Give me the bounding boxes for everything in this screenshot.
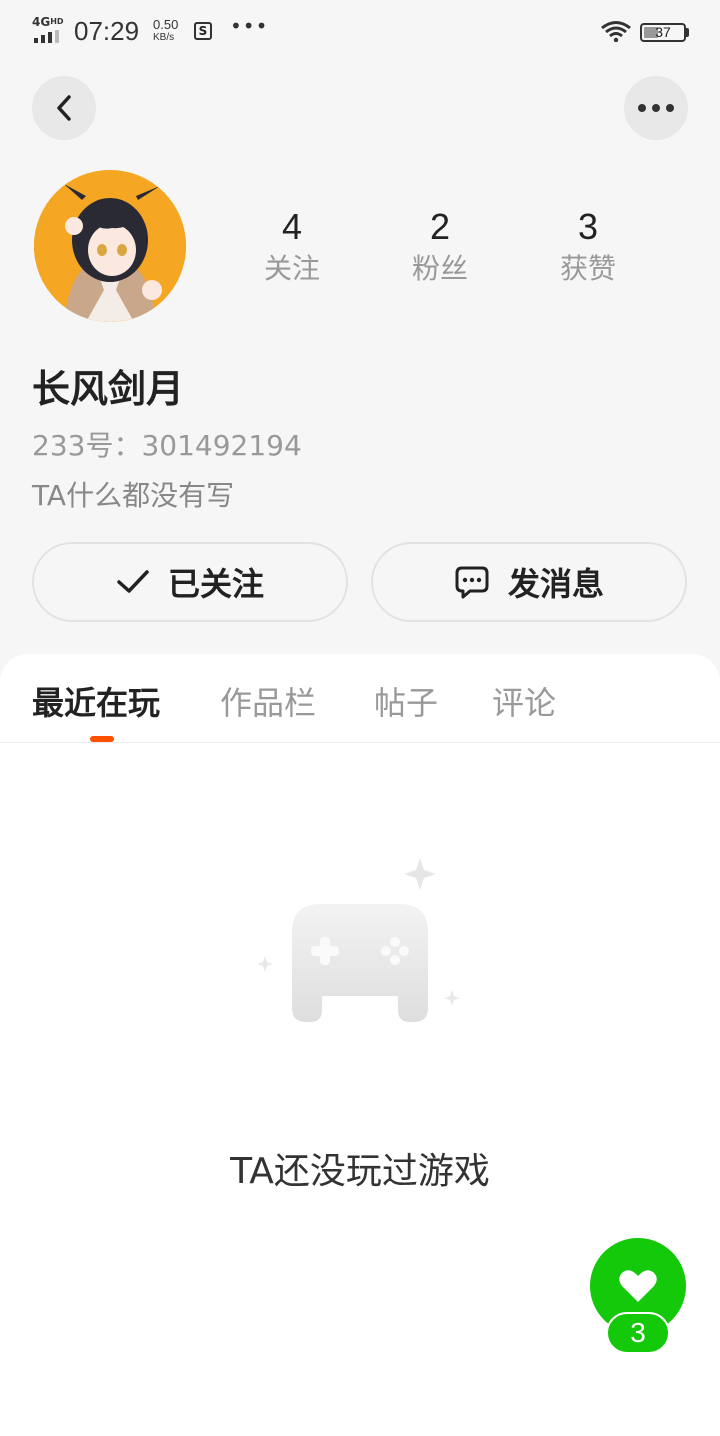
empty-state-text: TA还没玩过游戏 <box>230 1151 490 1192</box>
message-bubble-icon <box>455 566 489 599</box>
back-icon <box>57 95 71 121</box>
wifi-icon <box>601 21 631 42</box>
check-icon <box>117 570 149 593</box>
tab-posts[interactable]: 帖子 <box>374 678 438 724</box>
tab-divider <box>0 742 720 743</box>
nickname: 长风剑月 <box>32 367 185 411</box>
more-icon <box>638 104 674 112</box>
stat-value: 3 <box>577 206 599 247</box>
stat-following[interactable]: 4 关注 <box>232 205 352 289</box>
avatar-illustration <box>34 170 186 322</box>
tab-comments[interactable]: 评论 <box>492 678 556 724</box>
network-speed: 0.50 KB/s <box>153 17 179 43</box>
back-button[interactable] <box>32 76 96 140</box>
stat-value: 2 <box>429 206 451 247</box>
stat-label: 关注 <box>263 252 320 285</box>
signal-icon <box>34 30 60 43</box>
battery-tip <box>686 28 689 37</box>
tab-recent-played[interactable]: 最近在玩 <box>32 678 160 724</box>
message-button[interactable]: 发消息 <box>371 542 687 622</box>
user-id: 233号：301492194 <box>32 429 302 462</box>
like-count-badge: 3 <box>606 1312 670 1354</box>
status-bar: 4GHD 07:29 0.50 KB/s S ••• 37 <box>0 0 720 64</box>
battery-icon: 37 <box>640 23 686 42</box>
stat-followers[interactable]: 2 粉丝 <box>380 205 500 289</box>
avatar[interactable] <box>34 170 186 322</box>
followed-label: 已关注 <box>167 565 264 603</box>
bio: TA什么都没有写 <box>32 479 235 512</box>
stat-label: 获赞 <box>559 252 616 285</box>
followed-button[interactable]: 已关注 <box>32 542 348 622</box>
stat-label: 粉丝 <box>411 252 468 285</box>
message-label: 发消息 <box>507 565 604 603</box>
more-notifications-icon: ••• <box>230 14 269 38</box>
stat-likes[interactable]: 3 获赞 <box>528 205 648 289</box>
gamepad-icon <box>257 858 460 1022</box>
network-indicator: 4GHD <box>32 15 64 29</box>
clock: 07:29 <box>74 16 140 46</box>
app-notification-icon: S <box>194 22 212 40</box>
more-button[interactable] <box>624 76 688 140</box>
stat-value: 4 <box>281 206 303 247</box>
heart-icon <box>619 1270 657 1302</box>
tab-works[interactable]: 作品栏 <box>220 678 316 724</box>
